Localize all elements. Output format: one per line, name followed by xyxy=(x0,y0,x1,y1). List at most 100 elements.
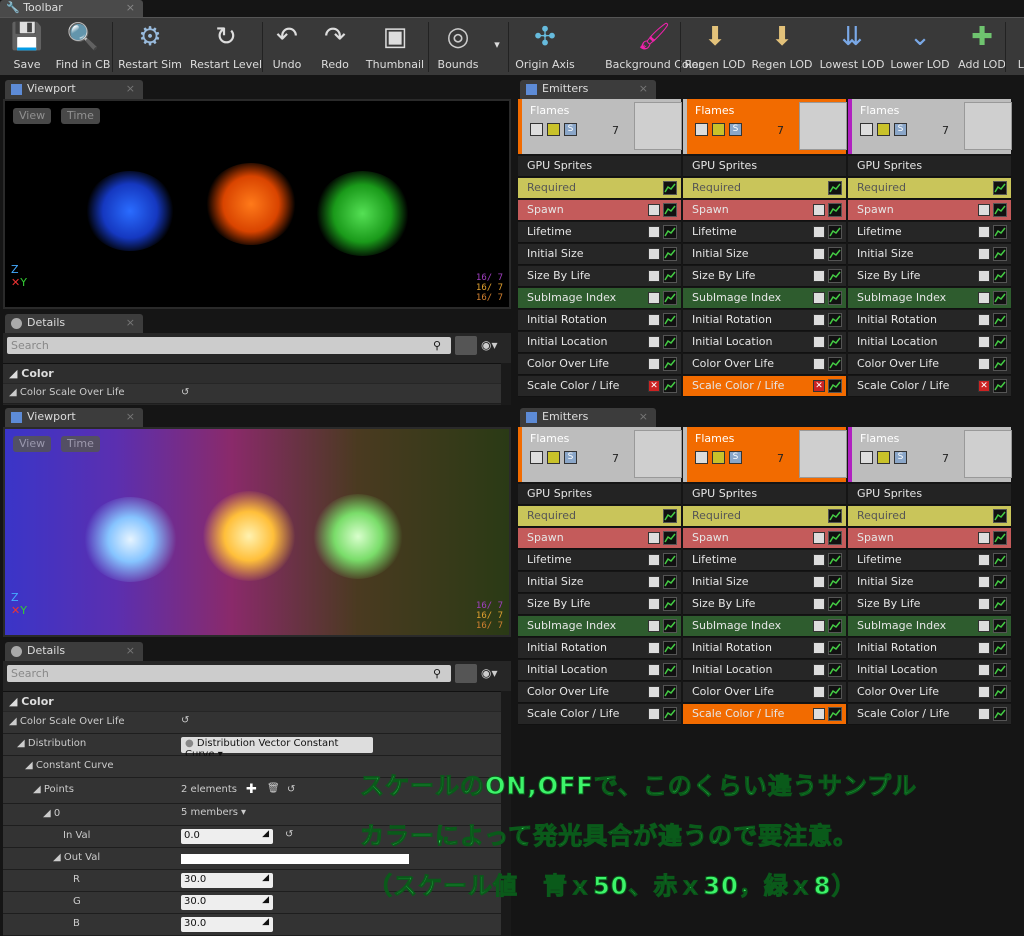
module-enable-checkbox[interactable] xyxy=(648,620,660,632)
s-icon[interactable]: S xyxy=(729,123,742,136)
module-row[interactable]: SubImage Index xyxy=(683,616,846,637)
module-enable-checkbox[interactable] xyxy=(978,226,990,238)
emitter-header[interactable]: Flames S 7 xyxy=(518,99,682,154)
reset-icon[interactable]: ↺ xyxy=(285,829,293,840)
module-row[interactable]: SubImage Index xyxy=(848,616,1011,637)
module-row[interactable]: SubImage Index xyxy=(518,616,681,637)
module-row[interactable]: Size By Life xyxy=(848,594,1011,615)
curve-graph-icon[interactable] xyxy=(993,553,1007,567)
curve-graph-icon[interactable] xyxy=(663,663,677,677)
module-row[interactable]: Lifetime xyxy=(518,222,681,243)
regen-lod-button[interactable]: ⬇ Regen LOD xyxy=(683,18,747,76)
module-row[interactable]: Size By Life xyxy=(518,266,681,287)
s-icon[interactable]: S xyxy=(894,451,907,464)
module-row[interactable]: Initial Location xyxy=(848,660,1011,681)
module-row[interactable]: Lifetime xyxy=(683,550,846,571)
module-row[interactable]: Size By Life xyxy=(848,266,1011,287)
module-row[interactable]: Initial Size xyxy=(683,572,846,593)
close-icon[interactable]: × xyxy=(639,82,648,95)
time-button[interactable]: Time xyxy=(61,436,100,452)
module-enable-checkbox[interactable] xyxy=(978,292,990,304)
restart-sim-button[interactable]: ⚙ Restart Sim xyxy=(117,18,183,76)
emitter-column[interactable]: Flames S 7 GPU Sprites Required Spawn Lifetime… xyxy=(848,427,1012,727)
module-row[interactable]: GPU Sprites xyxy=(848,484,1011,505)
curve-graph-icon[interactable] xyxy=(663,225,677,239)
enable-checkbox[interactable] xyxy=(860,123,873,136)
module-row[interactable]: Initial Location xyxy=(848,332,1011,353)
emitters-tab[interactable]: Emitters × xyxy=(520,80,656,99)
reset-icon[interactable]: ↺ xyxy=(181,387,189,398)
category-color[interactable]: ◢ Color xyxy=(3,363,511,383)
module-row[interactable]: Initial Location xyxy=(518,332,681,353)
module-row[interactable]: Initial Size xyxy=(518,244,681,265)
module-row[interactable]: GPU Sprites xyxy=(848,156,1011,177)
module-row[interactable]: Initial Size xyxy=(683,244,846,265)
module-row[interactable]: Initial Rotation xyxy=(683,638,846,659)
module-enable-checkbox[interactable] xyxy=(813,248,825,260)
module-enable-checkbox[interactable] xyxy=(813,620,825,632)
module-enable-checkbox[interactable] xyxy=(978,576,990,588)
curve-graph-icon[interactable] xyxy=(663,553,677,567)
module-enable-checkbox[interactable] xyxy=(978,248,990,260)
curve-graph-icon[interactable] xyxy=(828,531,842,545)
r-field[interactable]: 30.0 ◢ xyxy=(181,873,273,888)
curve-graph-icon[interactable] xyxy=(828,641,842,655)
module-row[interactable]: Initial Location xyxy=(683,660,846,681)
curve-graph-icon[interactable] xyxy=(828,685,842,699)
module-row[interactable]: GPU Sprites xyxy=(518,156,681,177)
save-button[interactable]: 💾 Save xyxy=(4,18,50,76)
module-enable-checkbox[interactable]: ✕ xyxy=(978,380,990,392)
module-enable-checkbox[interactable] xyxy=(648,554,660,566)
module-enable-checkbox[interactable] xyxy=(648,248,660,260)
module-row[interactable]: Initial Rotation xyxy=(683,310,846,331)
emitter-header[interactable]: Flames S 7 xyxy=(683,427,847,482)
module-enable-checkbox[interactable] xyxy=(978,642,990,654)
module-enable-checkbox[interactable] xyxy=(648,226,660,238)
view-button[interactable]: View xyxy=(13,108,52,124)
solo-icon[interactable] xyxy=(712,451,725,464)
module-enable-checkbox[interactable] xyxy=(648,708,660,720)
emitter-header[interactable]: Flames S 7 xyxy=(683,99,847,154)
module-enable-checkbox[interactable] xyxy=(648,598,660,610)
close-icon[interactable]: × xyxy=(126,316,135,329)
origin-axis-button[interactable]: ✣ Origin Axis xyxy=(512,18,578,76)
close-icon[interactable]: × xyxy=(126,644,135,657)
curve-graph-icon[interactable] xyxy=(663,203,677,217)
curve-graph-icon[interactable] xyxy=(993,269,1007,283)
enable-checkbox[interactable] xyxy=(860,451,873,464)
close-icon[interactable]: × xyxy=(126,82,135,95)
module-enable-checkbox[interactable] xyxy=(813,598,825,610)
curve-graph-icon[interactable] xyxy=(828,247,842,261)
emitter-column[interactable]: Flames S 7 GPU Sprites Required Spawn Lifetime… xyxy=(683,99,847,399)
curve-graph-icon[interactable] xyxy=(828,225,842,239)
reset-icon[interactable]: ↺ xyxy=(181,715,189,726)
time-button[interactable]: Time xyxy=(61,108,100,124)
module-enable-checkbox[interactable] xyxy=(813,226,825,238)
curve-graph-icon[interactable] xyxy=(993,531,1007,545)
curve-graph-icon[interactable] xyxy=(663,269,677,283)
details-tab[interactable]: Details × xyxy=(5,642,143,661)
module-enable-checkbox[interactable] xyxy=(978,598,990,610)
module-enable-checkbox[interactable] xyxy=(813,708,825,720)
emitter-column[interactable]: Flames S 7 GPU Sprites Required Spawn Lifetime… xyxy=(683,427,847,727)
solo-icon[interactable] xyxy=(712,123,725,136)
emitter-column[interactable]: Flames S 7 GPU Sprites Required Spawn Lifetime… xyxy=(518,427,682,727)
curve-graph-icon[interactable] xyxy=(828,707,842,721)
emitter-header[interactable]: Flames S 7 xyxy=(848,99,1012,154)
add-lod-button[interactable]: ✚ Add LOD xyxy=(953,18,1011,76)
module-row[interactable]: SubImage Index xyxy=(518,288,681,309)
close-icon[interactable]: × xyxy=(126,1,135,14)
module-enable-checkbox[interactable] xyxy=(813,292,825,304)
curve-graph-icon[interactable] xyxy=(663,291,677,305)
curve-graph-icon[interactable] xyxy=(993,575,1007,589)
solo-icon[interactable] xyxy=(547,123,560,136)
curve-graph-icon[interactable] xyxy=(993,509,1007,523)
module-enable-checkbox[interactable] xyxy=(978,270,990,282)
module-row[interactable]: Spawn xyxy=(848,200,1011,221)
curve-graph-icon[interactable] xyxy=(663,357,677,371)
module-enable-checkbox[interactable] xyxy=(813,664,825,676)
curve-graph-icon[interactable] xyxy=(993,663,1007,677)
curve-graph-icon[interactable] xyxy=(663,641,677,655)
module-row[interactable]: Spawn xyxy=(848,528,1011,549)
module-row[interactable]: Color Over Life xyxy=(683,354,846,375)
